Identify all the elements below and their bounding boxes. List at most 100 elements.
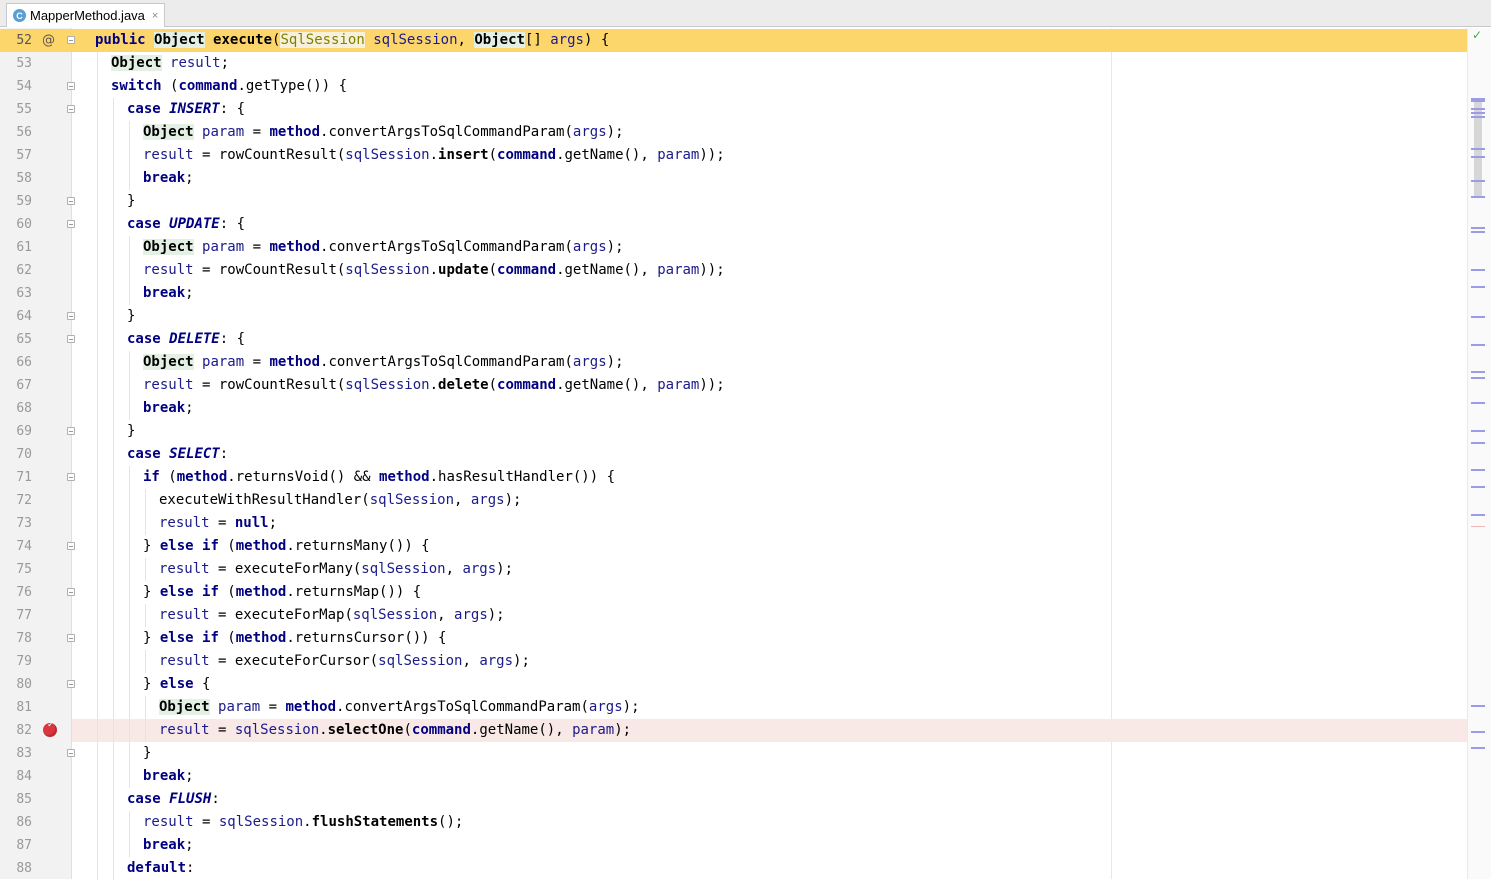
code-line[interactable]: 76} else if (method.returnsMap()) { xyxy=(0,581,1491,604)
code-line[interactable]: 61 Object param = method.convertArgsToSql… xyxy=(0,236,1491,259)
code-line[interactable]: 69} xyxy=(0,420,1491,443)
line-number[interactable]: 69 xyxy=(0,420,32,443)
code-text[interactable]: Object param = method.convertArgsToSqlCo… xyxy=(159,696,640,719)
code-text[interactable]: switch (command.getType()) { xyxy=(111,75,347,98)
code-text[interactable]: } else { xyxy=(143,673,210,696)
code-text[interactable]: case DELETE: { xyxy=(127,328,245,351)
code-text[interactable]: if (method.returnsVoid() && method.hasRe… xyxy=(143,466,615,489)
code-text[interactable]: Object result; xyxy=(111,52,229,75)
fold-toggle-icon[interactable] xyxy=(67,473,75,481)
code-line[interactable]: 84 break; xyxy=(0,765,1491,788)
code-text[interactable]: break; xyxy=(143,397,194,420)
fold-toggle-icon[interactable] xyxy=(67,427,75,435)
line-number[interactable]: 82 xyxy=(0,719,32,742)
code-text[interactable]: } else if (method.returnsCursor()) { xyxy=(143,627,446,650)
code-text[interactable]: case FLUSH: xyxy=(127,788,220,811)
code-text[interactable]: } xyxy=(143,742,151,765)
code-text[interactable]: break; xyxy=(143,834,194,857)
close-icon[interactable]: × xyxy=(152,10,158,22)
line-number[interactable]: 52 xyxy=(0,29,32,52)
code-line[interactable]: 54 switch (command.getType()) { xyxy=(0,75,1491,98)
scrollbar-marker-breakpoint[interactable] xyxy=(1471,526,1485,527)
line-number[interactable]: 79 xyxy=(0,650,32,673)
code-line[interactable]: 88 default: xyxy=(0,857,1491,880)
code-line[interactable]: 72 executeWithResultHandler(sqlSession, a… xyxy=(0,489,1491,512)
code-text[interactable]: result = null; xyxy=(159,512,277,535)
line-number[interactable]: 84 xyxy=(0,765,32,788)
vertical-scrollbar[interactable]: ✓ xyxy=(1467,28,1491,879)
code-text[interactable]: result = rowCountResult(sqlSession.updat… xyxy=(143,259,725,282)
code-text[interactable]: result = rowCountResult(sqlSession.inser… xyxy=(143,144,725,167)
code-line[interactable]: 82 result = sqlSession.selectOne(command.… xyxy=(0,719,1491,742)
line-number[interactable]: 62 xyxy=(0,259,32,282)
scrollbar-marker[interactable] xyxy=(1471,156,1485,158)
line-number[interactable]: 64 xyxy=(0,305,32,328)
scrollbar-marker[interactable] xyxy=(1471,269,1485,271)
code-line[interactable]: 58 break; xyxy=(0,167,1491,190)
line-number[interactable]: 55 xyxy=(0,98,32,121)
fold-toggle-icon[interactable] xyxy=(67,82,75,90)
code-line[interactable]: 79 result = executeForCursor(sqlSession, … xyxy=(0,650,1491,673)
scrollbar-marker[interactable] xyxy=(1471,371,1485,373)
fold-toggle-icon[interactable] xyxy=(67,588,75,596)
code-text[interactable]: break; xyxy=(143,282,194,305)
scrollbar-marker[interactable] xyxy=(1471,148,1485,150)
line-number[interactable]: 76 xyxy=(0,581,32,604)
line-number[interactable]: 75 xyxy=(0,558,32,581)
code-text[interactable]: Object param = method.convertArgsToSqlCo… xyxy=(143,121,624,144)
line-number[interactable]: 56 xyxy=(0,121,32,144)
code-line[interactable]: 74} else if (method.returnsMany()) { xyxy=(0,535,1491,558)
code-line[interactable]: 70 case SELECT: xyxy=(0,443,1491,466)
line-number[interactable]: 71 xyxy=(0,466,32,489)
code-line[interactable]: 77 result = executeForMap(sqlSession, arg… xyxy=(0,604,1491,627)
scrollbar-marker[interactable] xyxy=(1471,231,1485,233)
fold-toggle-icon[interactable] xyxy=(67,335,75,343)
code-line[interactable]: 78} else if (method.returnsCursor()) { xyxy=(0,627,1491,650)
line-number[interactable]: 85 xyxy=(0,788,32,811)
code-text[interactable]: } xyxy=(127,190,135,213)
scrollbar-marker[interactable] xyxy=(1471,116,1485,118)
code-text[interactable]: result = executeForMap(sqlSession, args)… xyxy=(159,604,505,627)
code-line[interactable]: 66 Object param = method.convertArgsToSql… xyxy=(0,351,1491,374)
code-line[interactable]: 87 break; xyxy=(0,834,1491,857)
line-number[interactable]: 58 xyxy=(0,167,32,190)
code-text[interactable]: result = rowCountResult(sqlSession.delet… xyxy=(143,374,725,397)
fold-toggle-icon[interactable] xyxy=(67,680,75,688)
line-number[interactable]: 88 xyxy=(0,857,32,880)
line-number[interactable]: 63 xyxy=(0,282,32,305)
code-line[interactable]: 86 result = sqlSession.flushStatements(); xyxy=(0,811,1491,834)
code-line[interactable]: 53 Object result; xyxy=(0,52,1491,75)
code-text[interactable]: } else if (method.returnsMany()) { xyxy=(143,535,430,558)
line-number[interactable]: 87 xyxy=(0,834,32,857)
line-number[interactable]: 66 xyxy=(0,351,32,374)
scrollbar-marker[interactable] xyxy=(1471,402,1485,404)
code-text[interactable]: default: xyxy=(127,857,194,880)
line-number[interactable]: 65 xyxy=(0,328,32,351)
code-line[interactable]: 55 case INSERT: { xyxy=(0,98,1491,121)
scrollbar-marker[interactable] xyxy=(1471,316,1485,318)
line-number[interactable]: 70 xyxy=(0,443,32,466)
scrollbar-marker[interactable] xyxy=(1471,344,1485,346)
code-line[interactable]: 56 Object param = method.convertArgsToSql… xyxy=(0,121,1491,144)
line-number[interactable]: 73 xyxy=(0,512,32,535)
code-line[interactable]: 85 case FLUSH: xyxy=(0,788,1491,811)
line-number[interactable]: 83 xyxy=(0,742,32,765)
fold-toggle-icon[interactable] xyxy=(67,105,75,113)
scrollbar-marker[interactable] xyxy=(1471,377,1485,379)
line-number[interactable]: 77 xyxy=(0,604,32,627)
scrollbar-marker[interactable] xyxy=(1471,196,1485,198)
code-text[interactable]: public Object execute(SqlSession sqlSess… xyxy=(95,29,609,52)
line-number[interactable]: 68 xyxy=(0,397,32,420)
fold-toggle-icon[interactable] xyxy=(67,749,75,757)
code-text[interactable]: } xyxy=(127,305,135,328)
code-text[interactable]: result = sqlSession.selectOne(command.ge… xyxy=(159,719,631,742)
code-text[interactable]: executeWithResultHandler(sqlSession, arg… xyxy=(159,489,521,512)
fold-toggle-icon[interactable] xyxy=(67,220,75,228)
code-editor[interactable]: 52 @ public Object execute(SqlSession sqlS… xyxy=(0,28,1491,880)
code-text[interactable]: } xyxy=(127,420,135,443)
line-number[interactable]: 80 xyxy=(0,673,32,696)
code-line[interactable]: 52 @ public Object execute(SqlSession sqlS… xyxy=(0,29,1491,52)
line-number[interactable]: 59 xyxy=(0,190,32,213)
code-text[interactable]: result = executeForMany(sqlSession, args… xyxy=(159,558,513,581)
code-line[interactable]: 83} xyxy=(0,742,1491,765)
